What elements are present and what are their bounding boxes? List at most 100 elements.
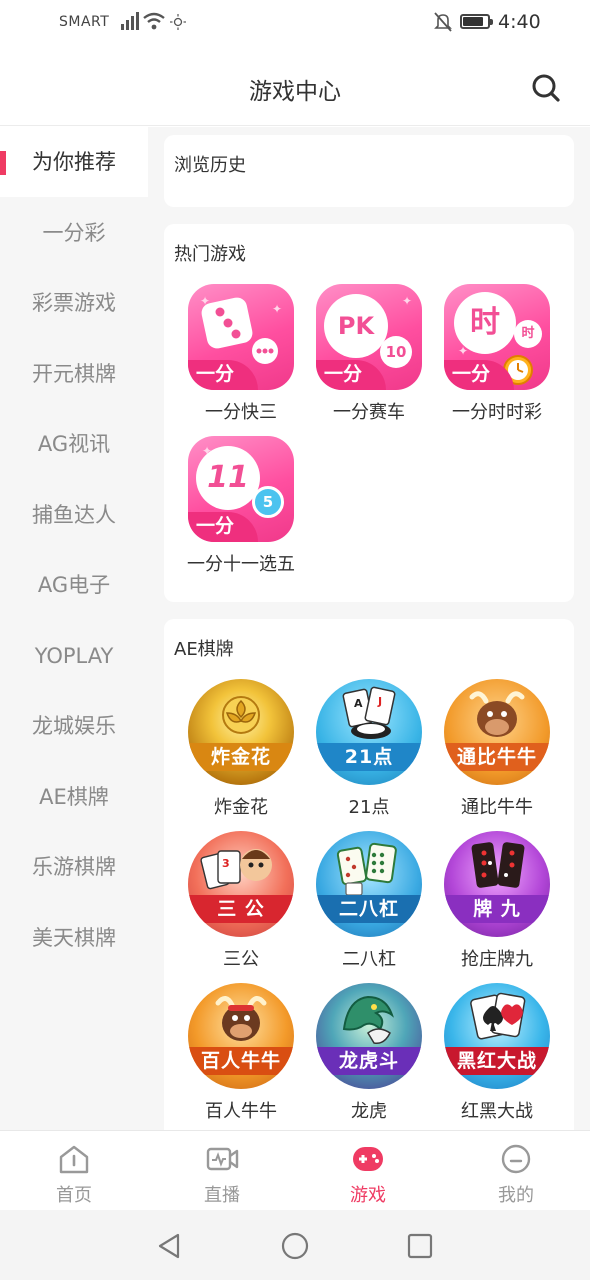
- game-label: 通比牛牛: [461, 797, 533, 818]
- clock: 4:40: [498, 11, 541, 33]
- nav-item-home[interactable]: 首页: [14, 1131, 134, 1211]
- nav-item-live[interactable]: 直播: [162, 1131, 282, 1211]
- game-tile-qiangzhuang-paijiu[interactable]: 牌 九 抢庄牌九: [433, 831, 561, 971]
- sidebar-item-ag-slots[interactable]: AG电子: [0, 550, 148, 620]
- yifen-badge: 一分: [452, 363, 491, 385]
- blackjack-cards-icon: A J 21点: [316, 679, 422, 785]
- hot-games-card: 热门游戏 ✦ ✦ 一分 一分快三 ✦ PK 10 一分 一分赛车 ✦ 时 时 一…: [164, 224, 574, 602]
- game-banner: 炸金花: [188, 743, 294, 771]
- browse-history-title: 浏览历史: [174, 155, 246, 176]
- game-label: 百人牛牛: [205, 1101, 277, 1122]
- game-label: 龙虎: [351, 1101, 387, 1122]
- paigow-domino-icon: 牌 九: [444, 831, 550, 937]
- sidebar-item-ae-chess[interactable]: AE棋牌: [0, 762, 148, 832]
- bottom-nav: 首页 直播 游戏 我的: [0, 1130, 590, 1210]
- battery-icon: [460, 14, 493, 29]
- carrier-label: SMART: [59, 14, 110, 30]
- home-icon: [59, 1145, 89, 1174]
- mute-bell-icon: [434, 12, 452, 32]
- game-banner: 黑红大战: [444, 1047, 550, 1075]
- sidebar-item-fishing[interactable]: 捕鱼达人: [0, 480, 148, 550]
- pk-glyph: PK: [324, 294, 388, 358]
- bull-icon: 通比牛牛: [444, 679, 550, 785]
- sidebar-item-longcheng[interactable]: 龙城娱乐: [0, 691, 148, 761]
- poker-spade-icon: 黑红大战: [444, 983, 550, 1089]
- sidebar-item-kaiyuan[interactable]: 开元棋牌: [0, 339, 148, 409]
- content-panel: 浏览历史 热门游戏 ✦ ✦ 一分 一分快三 ✦ PK 10 一分 一分赛车 ✦ …: [148, 127, 590, 1130]
- sidebar-item-lottery[interactable]: 彩票游戏: [0, 268, 148, 338]
- game-banner: 牌 九: [444, 895, 550, 923]
- sidebar-item-leyou[interactable]: 乐游棋牌: [0, 832, 148, 902]
- page-title: 游戏中心: [249, 79, 341, 105]
- game-tile-yifen-shishicai[interactable]: ✦ 时 时 一分 一分时时彩: [433, 284, 561, 424]
- game-tile-yifen-shiyixuanwu[interactable]: ✦ 11 5 一分 一分十一选五: [177, 436, 305, 576]
- game-tile-honghei-dazhan[interactable]: 黑红大战 红黑大战: [433, 983, 561, 1123]
- status-bar: SMART 4:40: [0, 0, 590, 46]
- app-header: 游戏中心: [0, 46, 590, 126]
- yifen-badge: 一分: [196, 515, 235, 537]
- search-icon[interactable]: [530, 72, 562, 104]
- game-tile-21dian[interactable]: A J 21点 21点: [305, 679, 433, 819]
- sidebar-item-recommended[interactable]: 为你推荐: [0, 127, 148, 197]
- ae-chess-card: AE棋牌 炸金花 炸金花 A J 21点 21点 通比牛牛 通比牛牛 3 三 公…: [164, 619, 574, 1130]
- shishi-clock-icon: ✦ 时 时 一分: [444, 284, 550, 390]
- game-tile-yifen-kuaisan[interactable]: ✦ ✦ 一分 一分快三: [177, 284, 305, 424]
- brightness-icon: [170, 14, 186, 30]
- svg-text:3: 3: [222, 857, 230, 870]
- yifen-badge: 一分: [196, 363, 235, 385]
- sidebar-item-meitian[interactable]: 美天棋牌: [0, 903, 148, 973]
- signal-icon: [121, 12, 139, 30]
- game-label: 抢庄牌九: [461, 949, 533, 970]
- game-label: 三公: [223, 949, 259, 970]
- nav-label: 我的: [498, 1185, 534, 1206]
- sidebar-item-yifencai[interactable]: 一分彩: [0, 198, 148, 268]
- nav-item-mine[interactable]: 我的: [456, 1131, 576, 1211]
- recents-square-icon[interactable]: [407, 1233, 433, 1259]
- shi-sub-glyph: 时: [514, 320, 542, 348]
- bull-warrior-icon: 百人牛牛: [188, 983, 294, 1089]
- game-tile-bairen-niuniu[interactable]: 百人牛牛 百人牛牛: [177, 983, 305, 1123]
- home-circle-icon[interactable]: [281, 1232, 309, 1260]
- pk10-icon: ✦ PK 10 一分: [316, 284, 422, 390]
- game-label: 一分赛车: [333, 402, 405, 423]
- mahjong-tiles-icon: 二八杠: [316, 831, 422, 937]
- wifi-icon: [143, 12, 165, 30]
- game-banner: 三 公: [188, 895, 294, 923]
- game-tile-erbagang[interactable]: 二八杠 二八杠: [305, 831, 433, 971]
- game-tile-zhajinhua[interactable]: 炸金花 炸金花: [177, 679, 305, 819]
- five-sub-glyph: 5: [252, 486, 284, 518]
- nav-label: 游戏: [350, 1185, 386, 1206]
- dice-icon: ✦ ✦ 一分: [188, 284, 294, 390]
- svg-text:J: J: [377, 695, 382, 708]
- cards-king-icon: 3 三 公: [188, 831, 294, 937]
- nav-label: 首页: [56, 1185, 92, 1206]
- game-tile-longhu[interactable]: 龙虎斗 龙虎: [305, 983, 433, 1123]
- live-video-icon: [206, 1147, 239, 1171]
- shi-glyph: 时: [454, 292, 516, 354]
- game-tile-tongbi-niuniu[interactable]: 通比牛牛 通比牛牛: [433, 679, 561, 819]
- back-triangle-icon[interactable]: [156, 1232, 182, 1260]
- sidebar-item-yoplay[interactable]: YOPLAY: [0, 621, 148, 691]
- game-label: 一分十一选五: [187, 554, 295, 575]
- nav-label: 直播: [204, 1185, 240, 1206]
- dragon-tiger-icon: 龙虎斗: [316, 983, 422, 1089]
- game-banner: 21点: [316, 743, 422, 771]
- game-label: 一分快三: [205, 402, 277, 423]
- game-label: 二八杠: [342, 949, 396, 970]
- game-banner: 二八杠: [316, 895, 422, 923]
- eleven-glyph: 11: [196, 446, 260, 510]
- nav-item-games[interactable]: 游戏: [308, 1131, 428, 1211]
- profile-icon: [501, 1144, 531, 1174]
- hot-games-title: 热门游戏: [174, 244, 246, 265]
- sidebar-item-ag-live[interactable]: AG视讯: [0, 409, 148, 479]
- game-tile-yifen-saiche[interactable]: ✦ PK 10 一分 一分赛车: [305, 284, 433, 424]
- game-banner: 百人牛牛: [188, 1047, 294, 1075]
- browse-history-card[interactable]: 浏览历史: [164, 135, 574, 207]
- game-label: 红黑大战: [461, 1101, 533, 1122]
- category-sidebar: 为你推荐 一分彩 彩票游戏 开元棋牌 AG视讯 捕鱼达人 AG电子 YOPLAY…: [0, 127, 148, 1130]
- pk-sub-glyph: 10: [380, 336, 412, 368]
- game-tile-sangong[interactable]: 3 三 公 三公: [177, 831, 305, 971]
- game-label: 21点: [348, 797, 390, 818]
- system-nav-bar: [0, 1210, 590, 1280]
- game-label: 一分时时彩: [452, 402, 542, 423]
